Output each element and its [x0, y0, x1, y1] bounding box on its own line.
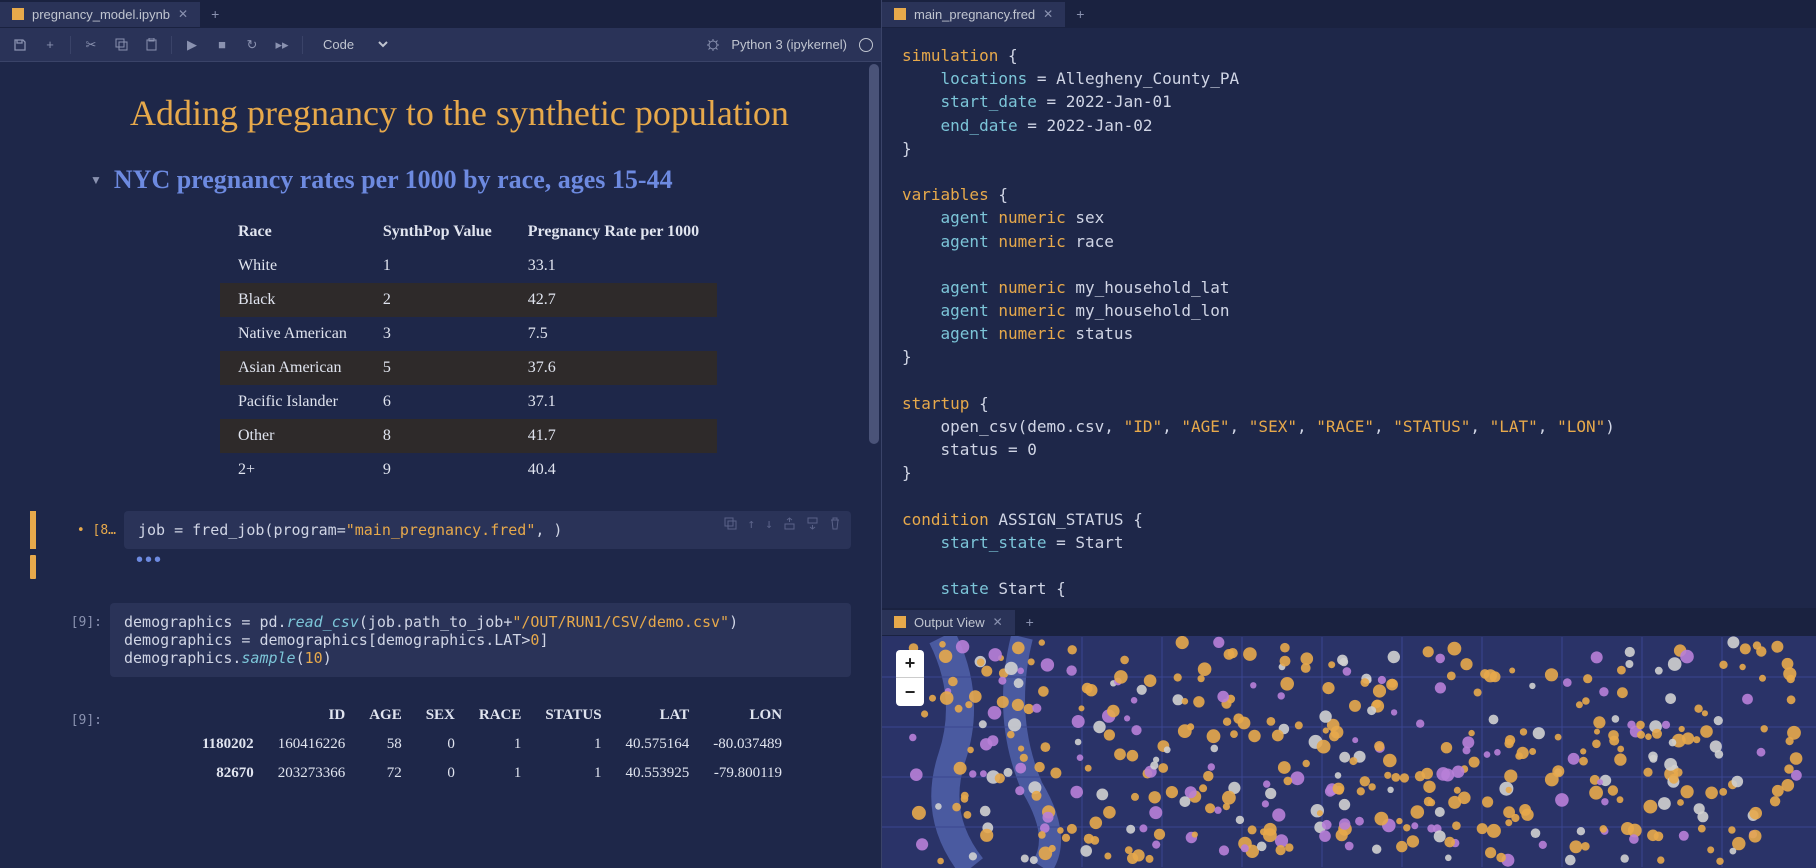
- col-header: Pregnancy Rate per 1000: [510, 215, 717, 249]
- cell-editor[interactable]: ↑ ↓ job = fred_job(program="main_pregnan…: [124, 511, 851, 549]
- paste-icon[interactable]: [139, 33, 163, 57]
- notebook-body[interactable]: Adding pregnancy to the synthetic popula…: [0, 62, 881, 868]
- file-icon: [894, 8, 906, 20]
- notebook-panel: pregnancy_model.ipynb ✕ + + ✂ ▶ ■ ↻ ▸▸ C…: [0, 0, 882, 868]
- map-viewport[interactable]: + −: [882, 636, 1816, 868]
- cell-active-bar: [30, 555, 36, 579]
- restart-icon[interactable]: ↻: [240, 33, 264, 57]
- cell-prompt: [9]:: [30, 603, 110, 677]
- rates-table: Race SynthPop Value Pregnancy Rate per 1…: [220, 215, 717, 487]
- add-cell-icon[interactable]: +: [38, 33, 62, 57]
- kernel-status-icon[interactable]: [859, 38, 873, 52]
- output-cell: [9]: IDAGESEXRACESTATUSLATLON 1180202160…: [30, 701, 851, 788]
- run-icon[interactable]: ▶: [180, 33, 204, 57]
- tab-label: main_pregnancy.fred: [914, 7, 1035, 22]
- move-up-icon[interactable]: ↑: [747, 517, 755, 534]
- insert-above-icon[interactable]: [783, 517, 796, 534]
- section-heading: NYC pregnancy rates per 1000 by race, ag…: [114, 165, 673, 195]
- tab-fred-file[interactable]: main_pregnancy.fred ✕: [882, 2, 1066, 27]
- left-tab-bar: pregnancy_model.ipynb ✕ +: [0, 0, 881, 28]
- code-cell[interactable]: • [8… ↑ ↓ job = fred_job(program="main_p…: [30, 511, 851, 549]
- table-row: Other841.7: [220, 419, 717, 453]
- page-title: Adding pregnancy to the synthetic popula…: [130, 92, 801, 135]
- zoom-out-button[interactable]: −: [896, 678, 924, 706]
- col-header: Race: [220, 215, 365, 249]
- zoom-in-button[interactable]: +: [896, 650, 924, 678]
- insert-below-icon[interactable]: [806, 517, 819, 534]
- table-row: Native American37.5: [220, 317, 717, 351]
- separator: [171, 36, 172, 54]
- collapsed-dots[interactable]: •••: [136, 549, 163, 579]
- cell-type-select[interactable]: Code: [311, 32, 391, 57]
- add-tab-button[interactable]: +: [201, 2, 229, 26]
- tab-notebook[interactable]: pregnancy_model.ipynb ✕: [0, 2, 201, 27]
- map-zoom-controls: + −: [896, 650, 924, 706]
- close-icon[interactable]: ✕: [178, 7, 188, 21]
- close-icon[interactable]: ✕: [993, 615, 1003, 629]
- map-canvas: [882, 636, 1816, 868]
- delete-icon[interactable]: [829, 517, 841, 534]
- duplicate-icon[interactable]: [724, 517, 737, 534]
- table-row: Asian American537.6: [220, 351, 717, 385]
- separator: [302, 36, 303, 54]
- bug-icon[interactable]: [701, 33, 725, 57]
- kernel-name[interactable]: Python 3 (ipykernel): [731, 37, 847, 52]
- table-row: Pacific Islander637.1: [220, 385, 717, 419]
- dataframe-output: IDAGESEXRACESTATUSLATLON 118020216041622…: [190, 701, 794, 788]
- separator: [70, 36, 71, 54]
- add-tab-button[interactable]: +: [1066, 2, 1094, 26]
- run-all-icon[interactable]: ▸▸: [270, 33, 294, 57]
- cell-toolbar: ↑ ↓: [724, 517, 841, 534]
- editor-panel: main_pregnancy.fred ✕ + simulation { loc…: [882, 0, 1816, 868]
- collapse-icon[interactable]: ▼: [90, 173, 102, 187]
- notebook-icon: [12, 8, 24, 20]
- scrollbar[interactable]: [869, 64, 879, 444]
- add-tab-button[interactable]: +: [1016, 610, 1044, 634]
- cell-prompt: [9]:: [30, 701, 110, 788]
- table-row: 11802021604162265801140.575164-80.037489: [190, 730, 794, 759]
- move-down-icon[interactable]: ↓: [765, 517, 773, 534]
- cell-editor[interactable]: demographics = pd.read_csv(job.path_to_j…: [110, 603, 851, 677]
- stop-icon[interactable]: ■: [210, 33, 234, 57]
- table-row: Black242.7: [220, 283, 717, 317]
- code-cell[interactable]: [9]: demographics = pd.read_csv(job.path…: [30, 603, 851, 677]
- tab-label: pregnancy_model.ipynb: [32, 7, 170, 22]
- save-icon[interactable]: [8, 33, 32, 57]
- cut-icon[interactable]: ✂: [79, 33, 103, 57]
- code-editor[interactable]: simulation { locations = Allegheny_Count…: [882, 28, 1816, 608]
- cell-active-bar: [30, 511, 36, 549]
- table-row: 826702032733667201140.553925-79.800119: [190, 759, 794, 788]
- tab-output-view[interactable]: Output View ✕: [882, 610, 1016, 635]
- notebook-toolbar: + ✂ ▶ ■ ↻ ▸▸ Code Python 3 (ipykernel): [0, 28, 881, 62]
- output-tab-bar: Output View ✕ +: [882, 608, 1816, 636]
- table-row: 2+940.4: [220, 453, 717, 487]
- copy-icon[interactable]: [109, 33, 133, 57]
- cell-prompt: • [8…: [44, 511, 124, 549]
- output-panel: Output View ✕ + + −: [882, 608, 1816, 868]
- table-row: White133.1: [220, 249, 717, 283]
- tab-label: Output View: [914, 615, 985, 630]
- right-tab-bar: main_pregnancy.fred ✕ +: [882, 0, 1816, 28]
- output-icon: [894, 616, 906, 628]
- close-icon[interactable]: ✕: [1043, 7, 1053, 21]
- col-header: SynthPop Value: [365, 215, 510, 249]
